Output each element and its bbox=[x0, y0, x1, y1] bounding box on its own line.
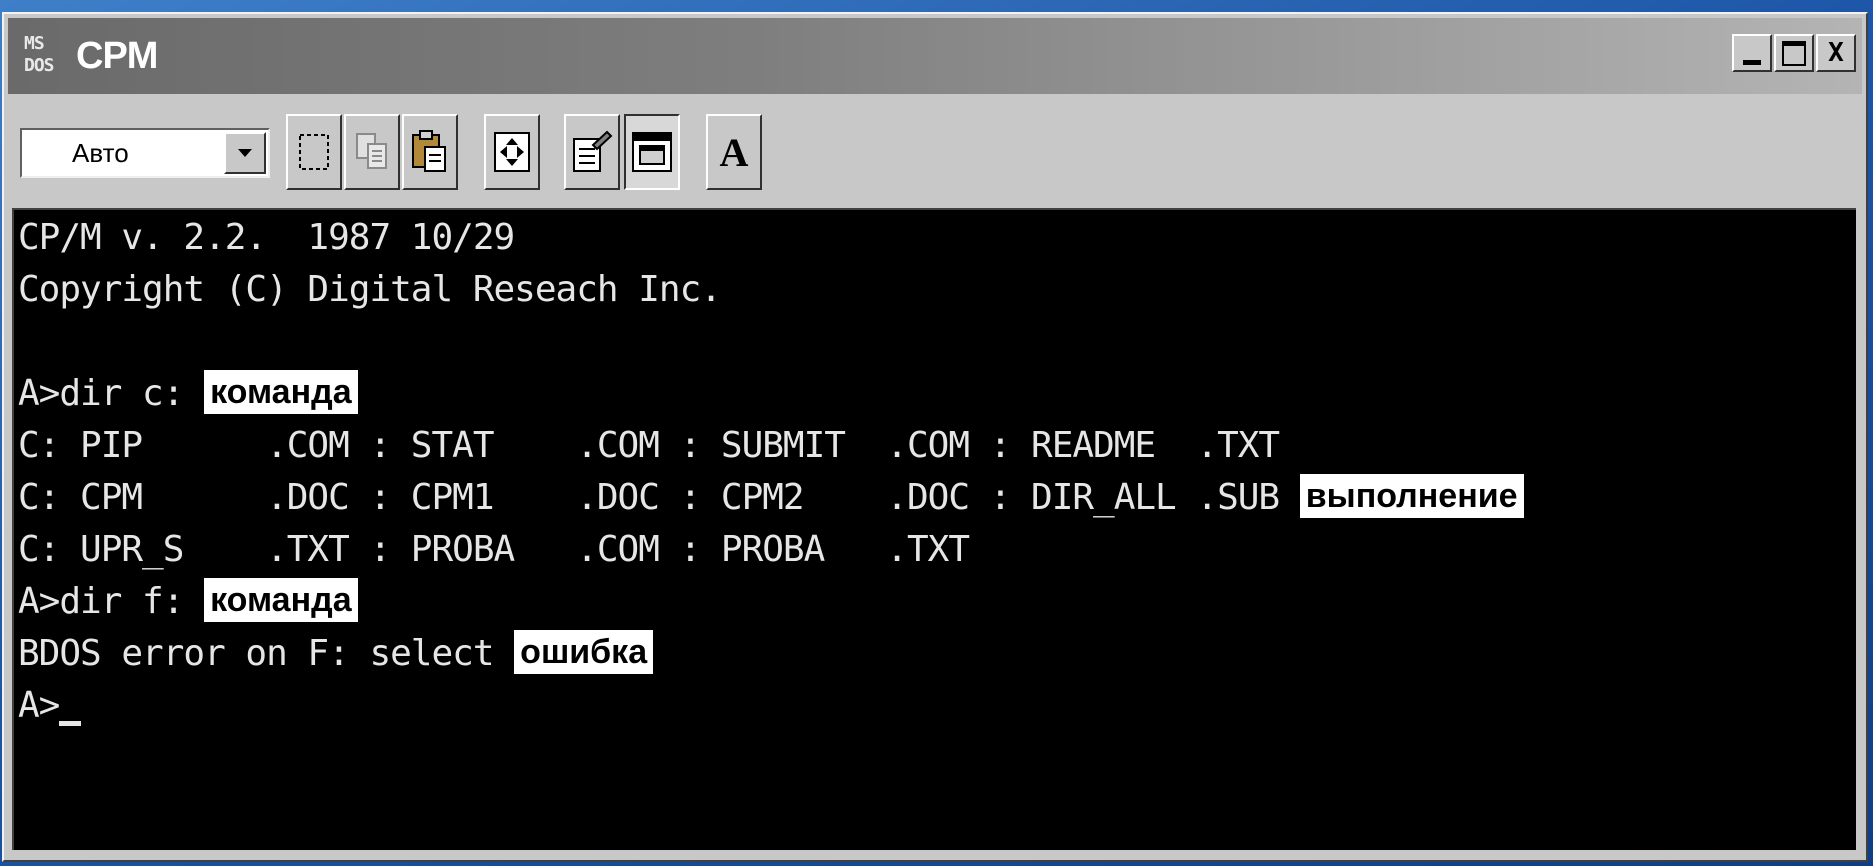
console-line: A>dir c: команда bbox=[18, 366, 358, 422]
mark-button[interactable] bbox=[286, 114, 342, 190]
msdos-icon-top: MS bbox=[24, 33, 45, 54]
font-size-select[interactable]: Авто bbox=[20, 128, 270, 178]
font-size-value: Авто bbox=[72, 138, 129, 168]
paste-button[interactable] bbox=[402, 114, 458, 190]
console-line: C: UPR_S .TXT : PROBA .COM : PROBA .TXT bbox=[18, 522, 970, 578]
properties-button[interactable] bbox=[564, 114, 620, 190]
console-line: BDOS error on F: select ошибка bbox=[18, 626, 654, 682]
mark-icon bbox=[299, 134, 329, 170]
console-text: C: CPM .DOC : CPM1 .DOC : CPM2 .DOC : DI… bbox=[18, 477, 1300, 518]
maximize-button[interactable] bbox=[1774, 34, 1814, 72]
command-label: команда bbox=[204, 370, 358, 414]
console-line: Copyright (C) Digital Reseach Inc. bbox=[18, 262, 722, 318]
console-line: CP/M v. 2.2. 1987 10/29 bbox=[18, 210, 515, 266]
console-text: BDOS error on F: select bbox=[18, 633, 515, 674]
execution-label: выполнение bbox=[1299, 474, 1524, 518]
copy-button[interactable] bbox=[344, 114, 400, 190]
properties-icon bbox=[573, 130, 613, 172]
minimize-button[interactable] bbox=[1732, 34, 1772, 72]
console-line: C: CPM .DOC : CPM1 .DOC : CPM2 .DOC : DI… bbox=[18, 470, 1524, 526]
console-prompt: A> bbox=[18, 685, 60, 726]
minimize-icon bbox=[1743, 59, 1761, 65]
msdos-icon-bottom: DOS bbox=[24, 55, 54, 76]
console-text: A>dir c: bbox=[18, 373, 205, 414]
console-text: C: UPR_S .TXT : PROBA .COM : PROBA .TXT bbox=[18, 529, 970, 570]
console-text: C: PIP .COM : STAT .COM : SUBMIT .COM : … bbox=[18, 425, 1280, 466]
chevron-down-icon bbox=[238, 149, 252, 157]
command-label: команда bbox=[204, 578, 358, 622]
close-icon: X bbox=[1828, 38, 1844, 68]
console-text: A>dir f: bbox=[18, 581, 205, 622]
title-bar[interactable]: MS DOS CPM X bbox=[8, 18, 1862, 94]
fullscreen-button[interactable] bbox=[484, 114, 540, 190]
console-output[interactable]: CP/M v. 2.2. 1987 10/29 Copyright (C) Di… bbox=[12, 208, 1856, 850]
error-label: ошибка bbox=[514, 630, 654, 674]
window-title: CPM bbox=[76, 34, 158, 77]
console-line: A>dir f: команда bbox=[18, 574, 358, 630]
font-icon: A bbox=[719, 129, 749, 175]
toolbar: Авто A bbox=[8, 106, 1862, 204]
background-icon bbox=[632, 132, 672, 172]
text-cursor bbox=[59, 721, 82, 726]
paste-icon bbox=[412, 130, 446, 172]
window-controls: X bbox=[1730, 34, 1856, 72]
console-text: CP/M v. 2.2. 1987 10/29 bbox=[18, 217, 515, 258]
console-line: A> bbox=[18, 678, 82, 734]
dropdown-button[interactable] bbox=[224, 132, 266, 174]
console-text: Copyright (C) Digital Reseach Inc. bbox=[18, 269, 722, 310]
fullscreen-icon bbox=[494, 132, 530, 172]
close-button[interactable]: X bbox=[1816, 34, 1856, 72]
maximize-icon bbox=[1782, 40, 1806, 66]
cpm-window: MS DOS CPM X Авто A CP/M v. 2.2. 1987 10… bbox=[2, 12, 1868, 862]
font-button[interactable]: A bbox=[706, 114, 762, 190]
console-line: C: PIP .COM : STAT .COM : SUBMIT .COM : … bbox=[18, 418, 1280, 474]
copy-icon bbox=[356, 133, 387, 169]
background-button[interactable] bbox=[624, 114, 680, 190]
msdos-icon[interactable]: MS DOS bbox=[22, 31, 66, 81]
